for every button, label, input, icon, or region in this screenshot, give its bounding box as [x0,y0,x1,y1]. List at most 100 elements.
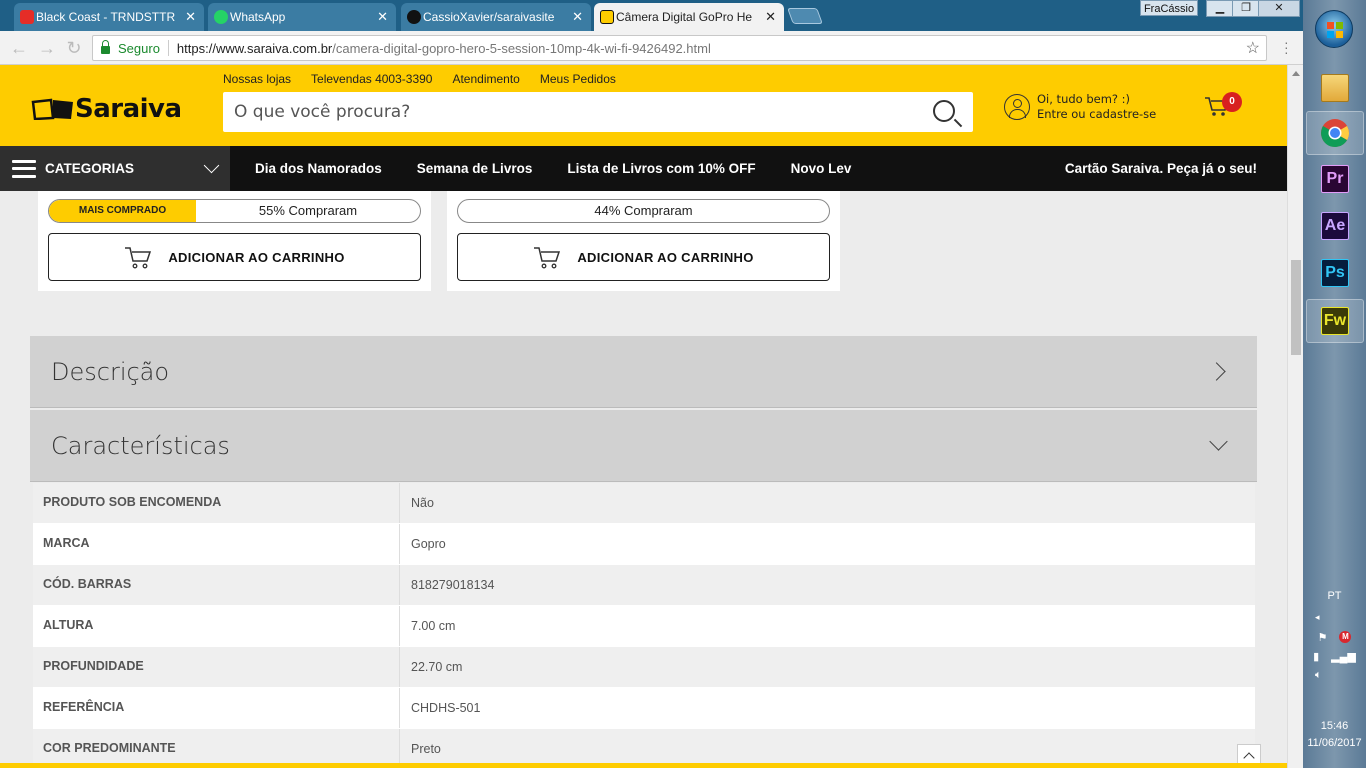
reload-icon[interactable]: ↻ [63,37,85,59]
top-links: Nossas lojas Televendas 4003-3390 Atendi… [223,72,616,86]
description-accordion[interactable]: Descrição [30,336,1257,408]
start-button[interactable] [1315,10,1353,48]
windows-logo-icon [1327,22,1343,38]
spec-value: Gopro [411,537,446,551]
premiere-button[interactable]: Pr [1306,157,1364,201]
close-icon[interactable]: ✕ [377,9,388,25]
back-icon[interactable]: ← [8,37,30,59]
close-icon[interactable]: ✕ [765,9,776,25]
action-center-icon[interactable]: ⚑ [1318,631,1328,644]
scrollbar-thumb[interactable] [1291,260,1301,355]
fireworks-button[interactable]: Fw [1306,299,1364,343]
spec-value: 22.70 cm [411,660,463,674]
table-row: REFERÊNCIA CHDHS-501 [33,688,1255,729]
saraiva-logo[interactable]: Saraiva [31,94,182,124]
volume-icon[interactable]: 🔈︎ [1303,669,1366,682]
browser-toolbar: ← → ↻ Seguro https://www.saraiva.com.br … [0,31,1303,65]
page-scrollbar[interactable] [1287,65,1303,768]
saraiva-icon [600,10,614,24]
nav-link-new-lev[interactable]: Novo Lev [791,161,852,176]
add-to-cart-button[interactable]: ADICIONAR AO CARRINHO [48,233,421,281]
file-explorer-button[interactable] [1306,66,1364,110]
show-hidden-icons[interactable]: ◂ [1303,612,1366,623]
premiere-icon: Pr [1321,165,1349,193]
after-effects-icon: Ae [1321,212,1349,240]
table-row: PROFUNDIDADE 22.70 cm [33,647,1255,688]
whatsapp-icon [214,10,228,24]
taskbar-clock[interactable]: 15:46 11/06/2017 [1303,718,1366,752]
search-icon[interactable] [933,100,955,122]
search-box [223,92,973,132]
add-to-cart-label: ADICIONAR AO CARRINHO [577,249,754,265]
cart-icon [125,247,152,269]
profile-button[interactable]: FraCássio [1140,0,1198,16]
offer-card: 44% Compraram ADICIONAR AO CARRINHO [447,191,840,291]
link-my-orders[interactable]: Meus Pedidos [540,72,616,86]
add-to-cart-button[interactable]: ADICIONAR AO CARRINHO [457,233,830,281]
categories-label: CATEGORIAS [45,161,135,176]
clock-date: 11/06/2017 [1307,737,1362,749]
close-icon[interactable]: ✕ [185,9,196,25]
spec-key: PRODUTO SOB ENCOMENDA [33,483,400,523]
account-greeting: Oi, tudo bem? :) [1037,92,1131,106]
table-row: PRODUTO SOB ENCOMENDA Não [33,483,1255,524]
minimize-button[interactable]: ▁ [1206,0,1234,17]
table-row: ALTURA 7.00 cm [33,606,1255,647]
chrome-icon [1321,119,1349,148]
bookmark-star-icon[interactable]: ☆ [1246,38,1260,58]
photoshop-button[interactable]: Ps [1306,251,1364,295]
chrome-button[interactable] [1306,111,1364,155]
chevron-down-icon [203,157,220,174]
link-phone-sales[interactable]: Televendas 4003-3390 [311,72,432,86]
tab-saraiva[interactable]: Câmera Digital GoPro He ✕ [594,3,784,31]
secure-label: Seguro [118,40,160,56]
table-row: CÓD. BARRAS 818279018134 [33,565,1255,606]
characteristics-title: Características [51,432,230,460]
table-row: MARCA Gopro [33,524,1255,565]
mega-icon[interactable]: M [1339,631,1352,643]
browser-window: Black Coast - TRNDSTTR ✕ WhatsApp ✕ Cass… [0,0,1303,768]
link-support[interactable]: Atendimento [452,72,519,86]
spec-value: CHDHS-501 [411,701,481,715]
logo-text: Saraiva [75,94,182,124]
tab-strip: Black Coast - TRNDSTTR ✕ WhatsApp ✕ Cass… [0,0,1303,31]
tab-youtube[interactable]: Black Coast - TRNDSTTR ✕ [14,3,204,31]
youtube-icon [20,10,34,24]
link-stores[interactable]: Nossas lojas [223,72,291,86]
after-effects-button[interactable]: Ae [1306,204,1364,248]
browser-menu-icon[interactable]: · · · [1284,35,1289,59]
file-explorer-icon [1321,74,1349,102]
close-icon[interactable]: ✕ [572,9,583,25]
scroll-up-icon[interactable] [1292,71,1300,76]
close-window-button[interactable]: ✕ [1258,0,1300,17]
nav-link-books-discount[interactable]: Lista de Livros com 10% OFF [567,161,755,176]
login-link[interactable]: Entre ou cadastre-se [1037,107,1156,121]
characteristics-accordion[interactable]: Características [30,410,1257,482]
nav-link-book-week[interactable]: Semana de Livros [417,161,533,176]
account-menu[interactable]: Oi, tudo bem? :) Entre ou cadastre-se [1004,92,1156,122]
search-input[interactable] [223,92,903,132]
offer-card: MAIS COMPRADO 55% Compraram ADICIONAR AO… [38,191,431,291]
battery-icon[interactable]: ▮ [1313,650,1319,663]
nav-promo-link[interactable]: Cartão Saraiva. Peça já o seu! [1065,146,1257,191]
main-nav: CATEGORIAS Dia dos Namorados Semana de L… [0,146,1287,191]
categories-menu[interactable]: CATEGORIAS [0,146,230,191]
spec-key: MARCA [33,524,400,564]
network-signal-icon[interactable]: ▂▄▆ [1331,650,1356,663]
fireworks-icon: Fw [1321,307,1349,335]
language-indicator[interactable]: PT [1303,590,1366,602]
maximize-button[interactable]: ❐ [1232,0,1260,17]
forward-icon[interactable]: → [36,37,58,59]
clock-time: 15:46 [1320,720,1349,732]
url-domain: https://www.saraiva.com.br [176,40,333,56]
nav-link-valentines[interactable]: Dia dos Namorados [255,161,382,176]
address-bar[interactable]: Seguro https://www.saraiva.com.br /camer… [92,35,1267,61]
spec-value: Não [411,496,434,510]
bought-bar: 44% Compraram [457,199,830,223]
bought-label: 55% Compraram [258,203,358,218]
tab-github[interactable]: CassioXavier/saraivasite ✕ [401,3,591,31]
tab-whatsapp[interactable]: WhatsApp ✕ [208,3,396,31]
new-tab-button[interactable] [787,8,823,24]
tab-title: Black Coast - TRNDSTTR [36,10,176,24]
bought-bar: MAIS COMPRADO 55% Compraram [48,199,421,223]
